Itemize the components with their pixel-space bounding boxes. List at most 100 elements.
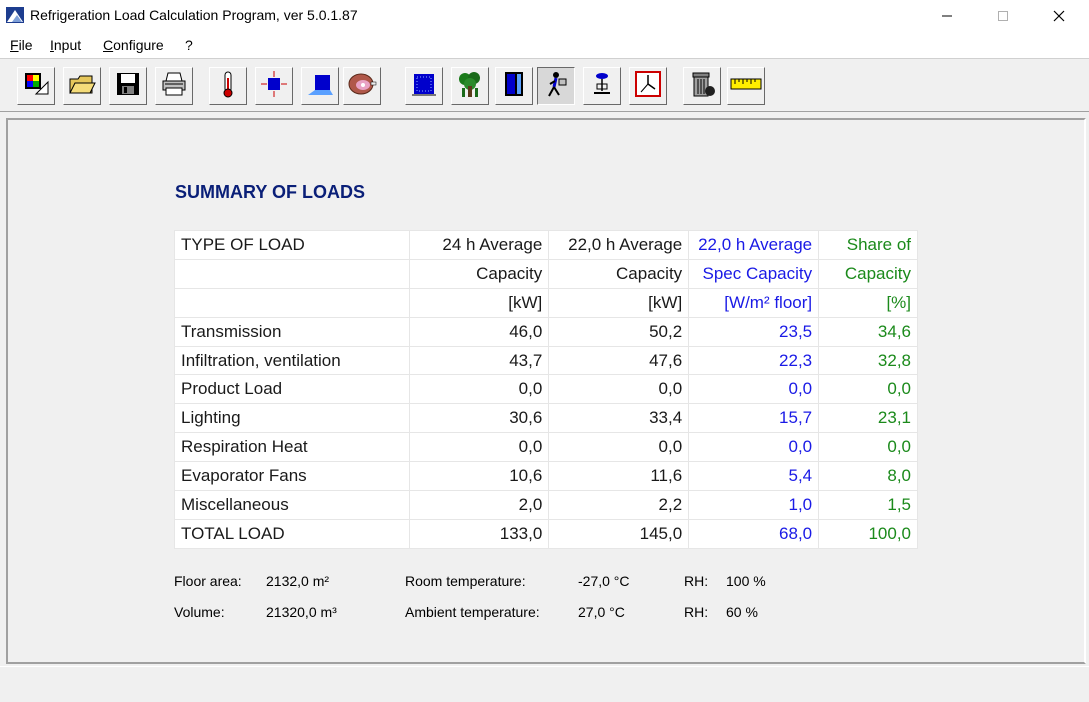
room-temperature-label: Room temperature:	[405, 573, 526, 589]
table-row: Infiltration, ventilation 43,7 47,6 22,3 32,…	[174, 345, 918, 376]
trash-can-icon	[688, 69, 716, 104]
time-button[interactable]	[629, 67, 667, 105]
avg-22h-capacity-cell: [kW]	[548, 287, 690, 318]
open-button[interactable]	[63, 67, 101, 105]
share-of-capacity-cell: 0,0	[818, 374, 918, 405]
ambient-rh-value: 60 %	[726, 604, 758, 620]
spec-capacity-cell: 68,0	[688, 518, 820, 549]
ruler-icon	[730, 76, 762, 97]
load-type-cell: Lighting	[174, 403, 410, 434]
share-of-capacity-cell: 32,8	[818, 345, 918, 376]
maximize-button[interactable]	[980, 0, 1026, 32]
spec-capacity-cell: 0,0	[688, 432, 820, 463]
new-icon	[22, 70, 50, 103]
table-row: Respiration Heat 0,0 0,0 0,0 0,0	[174, 432, 918, 463]
table-row: Miscellaneous 2,0 2,2 1,0 1,5	[174, 490, 918, 520]
lighting-button[interactable]	[583, 67, 621, 105]
room-temperature-value: -27,0 °C	[578, 573, 630, 589]
avg-24h-capacity-cell: Capacity	[408, 258, 550, 289]
menu-help[interactable]: ?	[185, 37, 193, 53]
load-type-cell	[174, 287, 410, 318]
table-header-row: TYPE OF LOAD 24 h Average 22,0 h Average 22…	[174, 230, 918, 260]
spec-capacity-cell: [W/m² floor]	[688, 287, 820, 318]
share-of-capacity-cell: Share of	[818, 230, 918, 260]
share-of-capacity-cell: 23,1	[818, 403, 918, 434]
print-button[interactable]	[155, 67, 193, 105]
avg-22h-capacity-cell: 0,0	[548, 374, 690, 405]
door-button[interactable]	[495, 67, 533, 105]
people-icon	[542, 70, 570, 103]
table-row: Lighting 30,6 33,4 15,7 23,1	[174, 403, 918, 434]
avg-24h-capacity-cell: 43,7	[408, 345, 550, 376]
measure-button[interactable]	[727, 67, 765, 105]
share-of-capacity-cell: Capacity	[818, 258, 918, 289]
new-button[interactable]	[17, 67, 55, 105]
plant-respiration-icon	[456, 70, 484, 103]
close-button[interactable]	[1036, 0, 1082, 32]
room-dimensions-icon	[260, 70, 288, 103]
avg-22h-capacity-cell: 11,6	[548, 461, 690, 492]
table-row: Transmission 46,0 50,2 23,5 34,6	[174, 316, 918, 347]
spec-capacity-cell: 1,0	[688, 490, 820, 520]
floor-button[interactable]	[301, 67, 339, 105]
title-bar: Refrigeration Load Calculation Program, …	[0, 0, 1089, 32]
delete-button[interactable]	[683, 67, 721, 105]
load-type-cell	[174, 258, 410, 289]
menu-configure[interactable]: Configure	[103, 37, 164, 53]
status-bar	[0, 666, 1089, 702]
door-icon	[501, 70, 527, 103]
load-type-cell: Miscellaneous	[174, 490, 410, 520]
thermometer-icon	[220, 70, 236, 103]
floor-area-value: 2132,0 m²	[266, 573, 330, 589]
product-button[interactable]	[343, 67, 381, 105]
spec-capacity-cell: 0,0	[688, 374, 820, 405]
avg-22h-capacity-cell: 0,0	[548, 432, 690, 463]
avg-22h-capacity-cell: Capacity	[548, 258, 690, 289]
minimize-button[interactable]	[924, 0, 970, 32]
summary-title: SUMMARY OF LOADS	[175, 182, 366, 202]
avg-22h-capacity-cell: 22,0 h Average	[548, 230, 690, 260]
lighting-icon	[589, 71, 615, 102]
ambient-temperature-label: Ambient temperature:	[405, 604, 540, 620]
app-mountain-icon	[6, 7, 24, 23]
table-row: Evaporator Fans 10,6 11,6 5,4 8,0	[174, 461, 918, 492]
load-type-cell: Product Load	[174, 374, 410, 405]
share-of-capacity-cell: [%]	[818, 287, 918, 318]
spec-capacity-cell: 23,5	[688, 316, 820, 347]
clock-icon	[634, 70, 662, 103]
avg-22h-capacity-cell: 50,2	[548, 316, 690, 347]
room-rh-value: 100 %	[726, 573, 766, 589]
avg-22h-capacity-cell: 145,0	[548, 518, 690, 549]
spec-capacity-cell: 5,4	[688, 461, 820, 492]
menu-file[interactable]: File	[10, 37, 33, 53]
respiration-button[interactable]	[451, 67, 489, 105]
room-dimensions-button[interactable]	[255, 67, 293, 105]
load-type-cell: TOTAL LOAD	[174, 518, 410, 549]
spec-capacity-cell: 22,0 h Average	[688, 230, 820, 260]
avg-24h-capacity-cell: 133,0	[408, 518, 550, 549]
room-rh-label: RH:	[684, 573, 709, 589]
insulation-button[interactable]	[405, 67, 443, 105]
floor-icon	[306, 71, 334, 102]
load-type-cell: Transmission	[174, 316, 410, 347]
toolbar	[0, 58, 1089, 112]
load-type-cell: Infiltration, ventilation	[174, 345, 410, 376]
share-of-capacity-cell: 34,6	[818, 316, 918, 347]
save-button[interactable]	[109, 67, 147, 105]
avg-24h-capacity-cell: 24 h Average	[408, 230, 550, 260]
load-type-cell: Evaporator Fans	[174, 461, 410, 492]
temperature-button[interactable]	[209, 67, 247, 105]
avg-24h-capacity-cell: 30,6	[408, 403, 550, 434]
save-icon	[115, 71, 141, 102]
spec-capacity-cell: 15,7	[688, 403, 820, 434]
load-type-cell: Respiration Heat	[174, 432, 410, 463]
menu-input[interactable]: Input	[50, 37, 81, 53]
people-button[interactable]	[537, 67, 575, 105]
avg-22h-capacity-cell: 2,2	[548, 490, 690, 520]
ambient-temperature-value: 27,0 °C	[578, 604, 625, 620]
total-load-row: TOTAL LOAD 133,0 145,0 68,0 100,0	[174, 518, 918, 549]
ambient-rh-label: RH:	[684, 604, 709, 620]
print-icon	[160, 71, 188, 102]
share-of-capacity-cell: 100,0	[818, 518, 918, 549]
spec-capacity-cell: Spec Capacity	[688, 258, 820, 289]
